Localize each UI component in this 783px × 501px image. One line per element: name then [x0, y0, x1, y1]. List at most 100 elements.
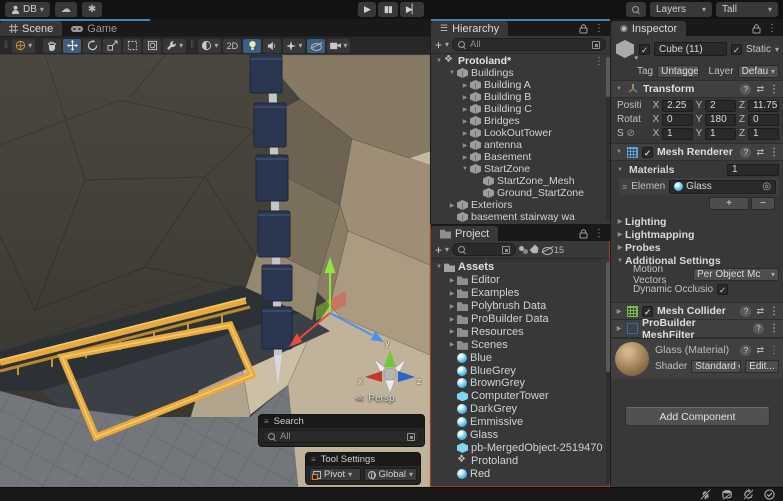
- scene-viewport[interactable]: y x z ≪ Persp ≡ Search All: [0, 55, 430, 487]
- project-item[interactable]: ▶ProBuilder Data: [431, 313, 606, 326]
- hierarchy-item[interactable]: ▼Protoland*⋮: [431, 55, 606, 67]
- motion-vectors-dropdown[interactable]: Per Object Mc▾: [693, 268, 779, 281]
- static-checkbox[interactable]: ✓: [731, 44, 742, 55]
- foldout-arrow-icon[interactable]: ▶: [460, 154, 470, 161]
- material-preview-sphere[interactable]: [615, 342, 649, 376]
- transform-tool-button[interactable]: [143, 39, 161, 53]
- hierarchy-item[interactable]: ▶antenna: [431, 139, 606, 151]
- presets-icon[interactable]: ⇄: [756, 147, 764, 158]
- material-object-field[interactable]: Glass ◎: [669, 180, 776, 194]
- foldout-arrow-icon[interactable]: ▼: [615, 167, 625, 173]
- hierarchy-item[interactable]: ▶Building A: [431, 79, 606, 91]
- create-button[interactable]: +: [435, 244, 442, 256]
- rotation-x-field[interactable]: 0: [662, 114, 693, 126]
- foldout-arrow-icon[interactable]: ▶: [460, 82, 470, 89]
- tab-project[interactable]: Project: [431, 226, 498, 241]
- search-overlay-header[interactable]: ≡ Search: [259, 415, 424, 428]
- hierarchy-search-input[interactable]: All: [452, 38, 606, 51]
- rotation-y-field[interactable]: 180: [705, 114, 736, 126]
- lock-icon[interactable]: [752, 24, 761, 34]
- hierarchy-item[interactable]: ▶Building B: [431, 91, 606, 103]
- edit-shader-button[interactable]: Edit...: [745, 360, 779, 373]
- position-x-field[interactable]: 2.25: [662, 100, 693, 112]
- move-tool-button[interactable]: [63, 39, 81, 53]
- foldout-arrow-icon[interactable]: ▶: [447, 290, 457, 297]
- project-item[interactable]: ▶Examples: [431, 287, 606, 300]
- hierarchy-item[interactable]: ▶Bridges: [431, 115, 606, 127]
- lightmapping-foldout[interactable]: ▶Lightmapping: [611, 228, 783, 241]
- drag-handle-icon[interactable]: ≡: [264, 417, 269, 426]
- foldout-arrow-icon[interactable]: ▶: [447, 202, 457, 209]
- probes-foldout[interactable]: ▶Probes: [611, 241, 783, 254]
- tab-hierarchy[interactable]: ☰ Hierarchy: [431, 21, 508, 36]
- pause-button[interactable]: ▮▮: [378, 2, 398, 17]
- link-icon[interactable]: ⊘: [626, 128, 634, 139]
- global-dropdown[interactable]: Global ▾: [364, 468, 417, 481]
- foldout-arrow-icon[interactable]: ▶: [460, 106, 470, 113]
- lock-icon[interactable]: [579, 24, 588, 34]
- drag-handle-icon[interactable]: ‖: [2, 40, 10, 51]
- caret-down-icon[interactable]: ▾: [775, 45, 779, 54]
- camera-dropdown-button[interactable]: ▾: [327, 39, 350, 53]
- rotation-z-field[interactable]: 0: [748, 114, 779, 126]
- kebab-menu-icon[interactable]: ⋮: [769, 306, 779, 317]
- hierarchy-item[interactable]: ▶Building C: [431, 103, 606, 115]
- effects-dropdown-button[interactable]: ▾: [283, 39, 305, 53]
- scale-z-field[interactable]: 1: [748, 128, 779, 140]
- hierarchy-item[interactable]: ▼Buildings: [431, 67, 606, 79]
- foldout-arrow-icon[interactable]: ▼: [460, 166, 470, 172]
- project-item[interactable]: Red: [431, 467, 606, 480]
- hierarchy-item[interactable]: Ground_StartZone: [431, 187, 606, 199]
- lighting-foldout[interactable]: ▶Lighting: [611, 215, 783, 228]
- kebab-menu-icon[interactable]: ⋮: [594, 228, 604, 239]
- tab-game[interactable]: Game: [62, 21, 126, 36]
- kebab-menu-icon[interactable]: ⋮: [767, 23, 777, 34]
- help-icon[interactable]: ?: [740, 306, 751, 317]
- view-gizmo-tool-button[interactable]: ▾: [12, 39, 35, 53]
- shader-dropdown[interactable]: Standard▾: [691, 360, 741, 373]
- kebab-menu-icon[interactable]: ⋮: [769, 323, 779, 334]
- rotate-tool-button[interactable]: [83, 39, 101, 53]
- tab-inspector[interactable]: ◉ Inspector: [611, 21, 686, 36]
- kebab-menu-icon[interactable]: ⋮: [769, 345, 779, 356]
- hierarchy-item[interactable]: ▼StartZone: [431, 163, 606, 175]
- safe-mode-status-button[interactable]: [764, 489, 775, 500]
- search-button[interactable]: [626, 2, 646, 17]
- gameobject-name-field[interactable]: Cube (11): [654, 42, 727, 56]
- scale-x-field[interactable]: 1: [662, 128, 693, 140]
- lighting-toggle-button[interactable]: [243, 39, 261, 53]
- foldout-arrow-icon[interactable]: ▶: [447, 328, 457, 335]
- hierarchy-item[interactable]: StartZone_Mesh: [431, 175, 606, 187]
- presets-icon[interactable]: ⇄: [756, 345, 764, 356]
- foldout-arrow-icon[interactable]: ▼: [434, 58, 444, 64]
- shading-mode-dropdown[interactable]: ▾: [198, 39, 221, 53]
- auto-refresh-button[interactable]: [743, 489, 754, 500]
- drag-handle-icon[interactable]: ‖: [188, 40, 196, 51]
- project-item[interactable]: ComputerTower: [431, 390, 606, 403]
- hierarchy-item[interactable]: basement stairway wa: [431, 211, 606, 223]
- foldout-arrow-icon[interactable]: ▼: [447, 70, 457, 76]
- picker-icon[interactable]: [407, 433, 415, 441]
- project-item[interactable]: Glass: [431, 429, 606, 442]
- 2d-toggle-button[interactable]: 2D: [223, 39, 241, 53]
- hierarchy-item[interactable]: ▶Exteriors: [431, 199, 606, 211]
- perspective-toggle[interactable]: ≪ Persp: [355, 393, 395, 404]
- kebab-menu-icon[interactable]: ⋮: [594, 23, 604, 34]
- project-item[interactable]: ▶Scenes: [431, 338, 606, 351]
- drag-handle-icon[interactable]: ≡: [311, 455, 316, 464]
- project-item[interactable]: BlueGrey: [431, 364, 606, 377]
- project-item[interactable]: ▶Resources: [431, 325, 606, 338]
- remove-material-button[interactable]: −: [751, 197, 775, 210]
- foldout-arrow-icon[interactable]: ▶: [460, 118, 470, 125]
- mesh-renderer-header[interactable]: ▼ ✓ Mesh Renderer ? ⇄ ⋮: [611, 143, 783, 161]
- tag-dropdown[interactable]: Untagge▾: [657, 65, 698, 78]
- project-item[interactable]: Blue: [431, 351, 606, 364]
- foldout-arrow-icon[interactable]: ▶: [447, 277, 457, 284]
- help-icon[interactable]: ?: [740, 345, 751, 356]
- kebab-menu-icon[interactable]: ⋮: [769, 147, 779, 158]
- services-button[interactable]: ✱: [82, 2, 102, 17]
- search-by-label-button[interactable]: [531, 246, 539, 254]
- tool-settings-header[interactable]: ≡ Tool Settings: [306, 453, 420, 466]
- foldout-arrow-icon[interactable]: ▶: [615, 308, 623, 315]
- object-picker-icon[interactable]: ◎: [762, 181, 771, 192]
